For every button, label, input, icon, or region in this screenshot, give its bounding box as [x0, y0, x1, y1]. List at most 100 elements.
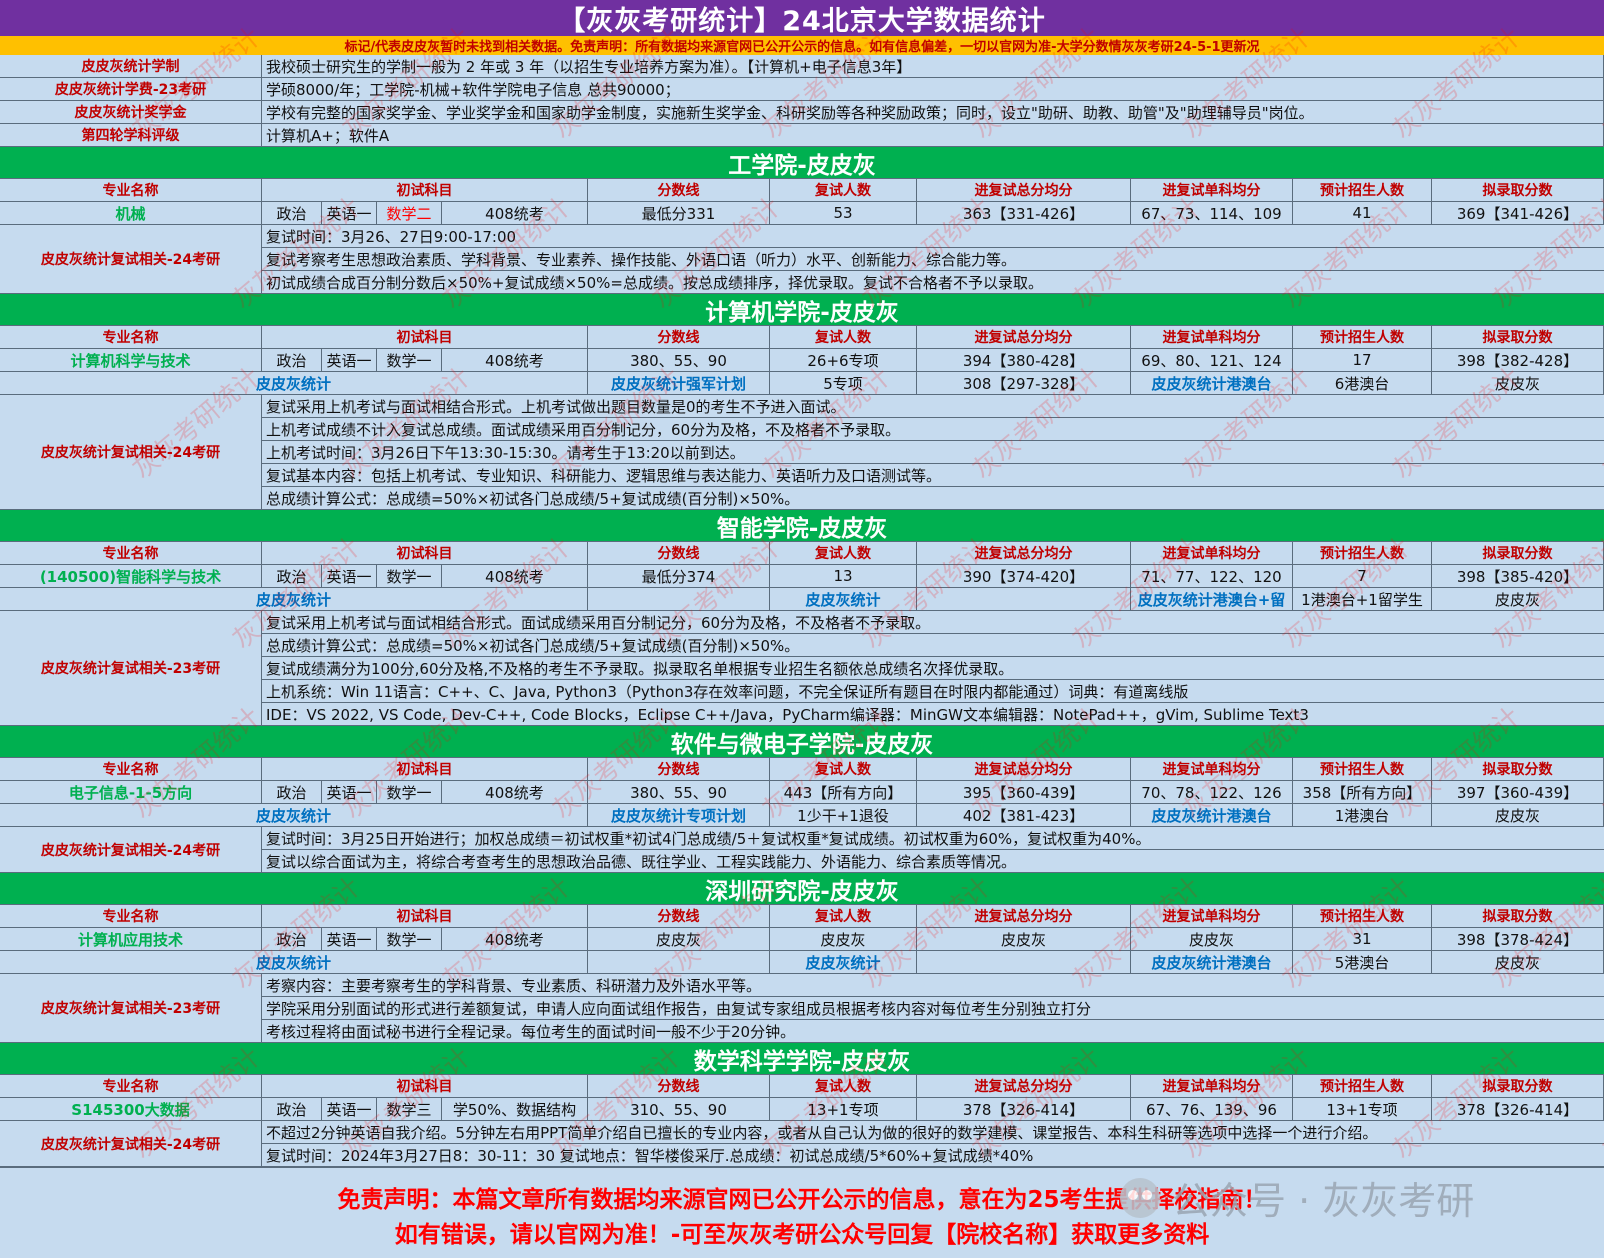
col-header-subjects: 初试科目: [262, 905, 588, 928]
retest-block-label: 皮皮灰统计复试相关-23考研: [0, 611, 262, 726]
info-value: 我校硕士研究生的学制一般为 2 年或 3 年（以招生专业培养方案为准）。【计算机…: [262, 55, 1604, 78]
subject-3: 数学二: [377, 202, 442, 225]
avg-total-score: 363【331-426】: [917, 202, 1131, 225]
special-plan-row: 皮皮灰统计 皮皮灰统计 皮皮灰统计港澳台 5港澳台 皮皮灰: [0, 951, 1604, 974]
info-label: 皮皮灰统计奖学金: [0, 101, 262, 124]
retest-note-line: 初试成绩合成百分制分数后×50%+复试成绩×50%=总成绩。按总成绩排序，择优录…: [262, 271, 1604, 294]
retest-note-line: 考核过程将由面试秘书进行全程记录。每位考生的面试时间一般不少于20分钟。: [262, 1020, 1604, 1043]
planned-enrollment: 17: [1293, 349, 1432, 372]
subject-4: 408统考: [442, 565, 588, 588]
retest-note-line: 复试时间：3月25日开始进行；加权总成绩＝初试权重*初试4门总成绩/5＋复试权重…: [262, 827, 1604, 850]
col-header-plan: 预计招生人数: [1293, 758, 1432, 781]
special-label: 皮皮灰统计: [0, 804, 588, 827]
retest-note-line: 复试采用上机考试与面试相结合形式。上机考试做出题目数量是0的考生不予进入面试。: [262, 395, 1604, 418]
subject-1: 政治: [262, 565, 322, 588]
special-plan-label: 皮皮灰统计强军计划: [588, 372, 770, 395]
info-label: 皮皮灰统计学费-23考研: [0, 78, 262, 101]
col-header-cutoff: 分数线: [588, 905, 770, 928]
col-header-major: 专业名称: [0, 326, 262, 349]
special-label: 皮皮灰统计: [0, 588, 588, 611]
subject-1: 政治: [262, 781, 322, 804]
avg-total-score: 394【380-428】: [917, 349, 1131, 372]
section-header: 工学院-皮皮灰: [0, 147, 1604, 179]
col-header-cutoff: 分数线: [588, 1075, 770, 1098]
special-plan-label: 皮皮灰统计专项计划: [588, 804, 770, 827]
retest-note-line: 总成绩计算公式：总成绩=50%×初试各门总成绩/5+复试成绩(百分制)×50%。: [262, 487, 1604, 510]
avg-single-scores: 67、76、139、96: [1131, 1098, 1293, 1121]
subject-2: 英语一: [322, 1098, 377, 1121]
retest-note-line: 考察内容：主要考察考生的学科背景、专业素质、科研潜力及外语水平等。: [262, 974, 1604, 997]
retest-note-line: 上机考试时间：3月26日下午13:30-15:30。请考生于13:20以前到达。: [262, 441, 1604, 464]
subject-3: 数学一: [377, 928, 442, 951]
cutoff-score: 皮皮灰: [588, 928, 770, 951]
hmt-count: 1港澳台: [1293, 804, 1432, 827]
column-header-row: 专业名称 初试科目 分数线 复试人数 进复试总分均分 进复试单科均分 预计招生人数 拟录取分数: [0, 905, 1604, 928]
special-label: 皮皮灰统计: [0, 372, 588, 395]
special-plan-row: 皮皮灰统计 皮皮灰统计强军计划 5专项 308【297-328】 皮皮灰统计港澳台 6港澳…: [0, 372, 1604, 395]
subject-3: 数学三: [377, 1098, 442, 1121]
major-data-row: 计算机应用技术 政治 英语一 数学一 408统考 皮皮灰 皮皮灰 皮皮灰 皮皮灰 31 398【37…: [0, 928, 1604, 951]
retest-block-label: 皮皮灰统计复试相关-24考研: [0, 1121, 262, 1167]
major-name: 计算机应用技术: [0, 928, 262, 951]
retest-count: 26+6专项: [770, 349, 917, 372]
col-header-major: 专业名称: [0, 542, 262, 565]
retest-note-line: 总成绩计算公式：总成绩=50%×初试各门总成绩/5+复试成绩(百分制)×50%。: [262, 634, 1604, 657]
section-header: 软件与微电子学院-皮皮灰: [0, 726, 1604, 758]
col-header-subjects: 初试科目: [262, 542, 588, 565]
col-header-plan: 预计招生人数: [1293, 905, 1432, 928]
hmt-label: 皮皮灰统计港澳台+留: [1131, 588, 1293, 611]
retest-block-label: 皮皮灰统计复试相关-24考研: [0, 827, 262, 873]
subject-2: 英语一: [322, 349, 377, 372]
page-title: 【灰灰考研统计】24北京大学数据统计: [0, 0, 1604, 37]
col-header-avg-single: 进复试单科均分: [1131, 758, 1293, 781]
cutoff-score: 380、55、90: [588, 349, 770, 372]
major-data-row: 机械 政治 英语一 数学二 408统考 最低分331 53 363【331-426】 67、73…: [0, 202, 1604, 225]
major-name: 机械: [0, 202, 262, 225]
column-header-row: 专业名称 初试科目 分数线 复试人数 进复试总分均分 进复试单科均分 预计招生人数 拟录取分数: [0, 542, 1604, 565]
admit-score: 397【360-439】: [1432, 781, 1604, 804]
retest-note-line: 复试时间：2024年3月27日8：30-11：30 复试地点：智华楼俊采厅.总成…: [262, 1144, 1604, 1167]
special-count: 1少干+1退役: [770, 804, 917, 827]
notice-bar: 标记/代表皮皮灰暂时未找到相关数据。免责声明：所有数据均来源官网已公开公示的信息…: [0, 36, 1604, 55]
subject-4: 408统考: [442, 781, 588, 804]
col-header-major: 专业名称: [0, 905, 262, 928]
column-header-row: 专业名称 初试科目 分数线 复试人数 进复试总分均分 进复试单科均分 预计招生人数 拟录取分数: [0, 326, 1604, 349]
column-header-row: 专业名称 初试科目 分数线 复试人数 进复试总分均分 进复试单科均分 预计招生人数 拟录取分数: [0, 179, 1604, 202]
data-sheet: 【灰灰考研统计】24北京大学数据统计 标记/代表皮皮灰暂时未找到相关数据。免责声…: [0, 0, 1604, 1258]
subject-2: 英语一: [322, 565, 377, 588]
admit-score: 378【326-414】: [1432, 1098, 1604, 1121]
admit-score: 369【341-426】: [1432, 202, 1604, 225]
retest-count: 皮皮灰: [770, 928, 917, 951]
retest-count: 13: [770, 565, 917, 588]
planned-enrollment: 13+1专项: [1293, 1098, 1432, 1121]
major-data-row: S145300大数据 政治 英语一 数学三 学50%、数据结构 310、55、90 13+1…: [0, 1098, 1604, 1121]
subject-1: 政治: [262, 928, 322, 951]
avg-single-scores: 67、73、114、109: [1131, 202, 1293, 225]
special-plan-label: [588, 951, 770, 974]
wechat-tag-text: 公众号 · 灰灰考研: [1172, 1179, 1475, 1223]
special-score: [917, 588, 1131, 611]
hmt-count: 1港澳台+1留学生: [1293, 588, 1432, 611]
avg-total-score: 390【374-420】: [917, 565, 1131, 588]
col-header-admit: 拟录取分数: [1432, 179, 1604, 202]
planned-enrollment: 31: [1293, 928, 1432, 951]
section-header: 数学科学学院-皮皮灰: [0, 1043, 1604, 1075]
subject-3: 数学一: [377, 349, 442, 372]
col-header-cutoff: 分数线: [588, 326, 770, 349]
special-score: 402【381-423】: [917, 804, 1131, 827]
major-name: S145300大数据: [0, 1098, 262, 1121]
admit-score: 398【385-420】: [1432, 565, 1604, 588]
major-name: (140500)智能科学与技术: [0, 565, 262, 588]
special-plan-row: 皮皮灰统计 皮皮灰统计专项计划 1少干+1退役 402【381-423】 皮皮灰统计港澳…: [0, 804, 1604, 827]
col-header-subjects: 初试科目: [262, 326, 588, 349]
col-header-retest-count: 复试人数: [770, 758, 917, 781]
col-header-avg-total: 进复试总分均分: [917, 905, 1131, 928]
subject-1: 政治: [262, 1098, 322, 1121]
major-name: 计算机科学与技术: [0, 349, 262, 372]
retest-note-line: 复试成绩满分为100分,60分及格,不及格的考生不予录取。拟录取名单根据专业招生…: [262, 657, 1604, 680]
hmt-score: 皮皮灰: [1432, 951, 1604, 974]
info-value: 计算机A+；软件A: [262, 124, 1604, 147]
col-header-avg-single: 进复试单科均分: [1131, 1075, 1293, 1098]
special-score: 308【297-328】: [917, 372, 1131, 395]
col-header-subjects: 初试科目: [262, 1075, 588, 1098]
